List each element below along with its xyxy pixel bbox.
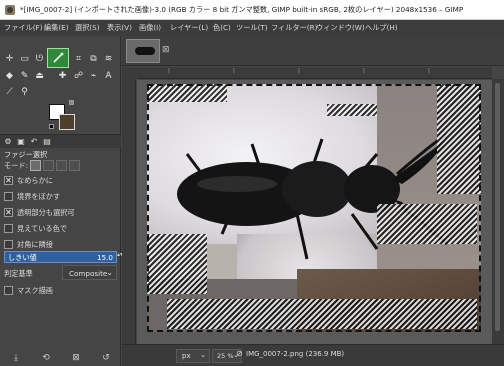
gimp-app-icon [5, 5, 15, 15]
tool-options-footer: ⤓ ⟲ ⊠ ↺ [0, 350, 121, 366]
threshold-value: 15.0 [96, 253, 113, 262]
tool-options-title: ファジー選択 [4, 150, 48, 159]
undo-history-tab-icon[interactable]: ↶ [29, 137, 39, 147]
diagonal-neighbors-label: 対角に隣接 [17, 240, 53, 249]
menu-bar: ファイル(F) 編集(E) 選択(S) 表示(V) 画像(I) レイヤー(L) … [0, 20, 504, 36]
zoom-tool-icon[interactable]: ⚲ [18, 85, 31, 98]
mode-intersect-button[interactable] [69, 160, 80, 171]
sample-merged-label: 見えている色で [17, 224, 67, 233]
vertical-scrollbar[interactable] [492, 79, 504, 344]
zoom-value: 25 % [217, 352, 234, 360]
swap-colors-icon[interactable] [69, 100, 74, 105]
diagonal-neighbors-checkbox[interactable] [4, 240, 13, 249]
dock-tab-row: ⚙ ▣ ↶ ▤ [0, 134, 121, 148]
antialias-label: なめらかに [17, 176, 53, 185]
delete-options-icon[interactable]: ⊠ [70, 352, 82, 364]
mode-add-button[interactable] [43, 160, 54, 171]
vertical-ruler[interactable] [122, 79, 136, 344]
restore-options-icon[interactable]: ⟲ [40, 352, 52, 364]
crop-tool-icon[interactable]: ⌗ [72, 52, 85, 65]
color-picker-tool-icon[interactable]: ⟋ [3, 85, 16, 98]
threshold-spin-icon[interactable]: ▴▾ [117, 251, 123, 263]
menu-edit[interactable]: 編集(E) [44, 23, 69, 33]
rect-select-tool-icon[interactable]: ▭ [18, 52, 31, 65]
threshold-slider[interactable]: しきい値 15.0 [4, 251, 117, 263]
paint-bucket-tool-icon[interactable]: ◆ [3, 69, 16, 82]
window-title: *[IMG_0007-2] (インポートされた画像)-3.0 (RGB カラー … [20, 5, 464, 14]
text-tool-icon[interactable]: A [102, 69, 115, 82]
image-canvas[interactable] [137, 80, 492, 344]
menu-image[interactable]: 画像(I) [139, 23, 161, 33]
ruler-corner [122, 67, 138, 79]
select-transparent-checkbox[interactable]: ✕ [4, 208, 13, 217]
smudge-tool-icon[interactable]: ☍ [72, 69, 85, 82]
mode-replace-button[interactable] [30, 160, 41, 171]
toolbox-panel: ✛ ▭ ᘎ ⌗ ⧉ ≋ ◆ ✎ ⏏ ✚ ☍ ⌁ A ⟋ ⚲ ⚙ ▣ ↶ ▤ ファ… [0, 36, 123, 366]
scrollbar-thumb[interactable] [495, 83, 500, 331]
unit-dropdown[interactable]: px ⌄ [176, 349, 210, 363]
menu-windows[interactable]: ウィンドウ(W) [316, 23, 365, 33]
criterion-value: Composite [69, 269, 108, 278]
unified-transform-tool-icon[interactable]: ⧉ [87, 52, 100, 65]
chevron-down-icon: ⌄ [106, 268, 113, 277]
menu-layer[interactable]: レイヤー(L) [170, 23, 208, 33]
reset-options-icon[interactable]: ↺ [100, 352, 112, 364]
menu-help[interactable]: ヘルプ(H) [365, 23, 398, 33]
feather-label: 境界をぼかす [17, 192, 61, 201]
mode-label: モード: [4, 161, 28, 170]
select-transparent-label: 透明部分も選択可 [17, 208, 75, 217]
status-message: IMG_0007-2.png (236.9 MB) [246, 350, 345, 358]
move-tool-icon[interactable]: ✛ [3, 52, 16, 65]
title-bar: *[IMG_0007-2] (インポートされた画像)-3.0 (RGB カラー … [0, 0, 504, 20]
warp-tool-icon[interactable]: ≋ [102, 52, 115, 65]
images-tab-icon[interactable]: ▤ [42, 137, 52, 147]
menu-color[interactable]: 色(C) [213, 23, 231, 33]
feather-checkbox[interactable] [4, 192, 13, 201]
save-options-icon[interactable]: ⤓ [10, 352, 22, 364]
lasso-tool-icon[interactable]: ᘎ [33, 52, 46, 65]
mode-subtract-button[interactable] [56, 160, 67, 171]
background-color-swatch[interactable] [59, 114, 75, 130]
criterion-dropdown[interactable]: Composite ⌄ [62, 265, 117, 280]
status-bar: px ⌄ 25 % ⌄ ⊘ IMG_0007-2.png (236.9 MB) [122, 344, 504, 366]
horizontal-ruler[interactable]: | | | | | [138, 67, 492, 79]
menu-select[interactable]: 選択(S) [75, 23, 100, 33]
selection-outline [147, 84, 481, 332]
tool-options-tab-icon[interactable]: ⚙ [3, 137, 13, 147]
default-colors-icon[interactable] [49, 124, 54, 129]
beetle-photo [147, 84, 481, 332]
chevron-down-icon: ⌄ [200, 351, 206, 359]
clone-tool-icon[interactable]: ⏏ [33, 69, 46, 82]
menu-file[interactable]: ファイル(F) [4, 23, 43, 33]
draw-mask-checkbox[interactable] [4, 286, 13, 295]
draw-mask-label: マスク描画 [17, 286, 53, 295]
heal-tool-icon[interactable]: ✚ [56, 69, 69, 82]
antialias-checkbox[interactable]: ✕ [4, 176, 13, 185]
cancel-icon[interactable]: ⊘ [236, 349, 243, 358]
image-tabs-bar: ⊠ [122, 36, 504, 66]
unit-value: px [182, 352, 191, 360]
menu-view[interactable]: 表示(V) [107, 23, 132, 33]
menu-tools[interactable]: ツール(T) [236, 23, 268, 33]
sample-merged-checkbox[interactable] [4, 224, 13, 233]
threshold-label: しきい値 [8, 253, 37, 262]
path-tool-icon[interactable]: ⌁ [87, 69, 100, 82]
menu-filters[interactable]: フィルター(R) [271, 23, 317, 33]
criterion-label: 判定基準 [4, 269, 33, 278]
close-icon[interactable]: ⊠ [162, 45, 170, 55]
fuzzy-select-tool-icon[interactable] [47, 48, 69, 68]
paintbrush-tool-icon[interactable]: ✎ [18, 69, 31, 82]
device-status-tab-icon[interactable]: ▣ [16, 137, 26, 147]
image-tab-thumbnail[interactable] [126, 39, 160, 63]
